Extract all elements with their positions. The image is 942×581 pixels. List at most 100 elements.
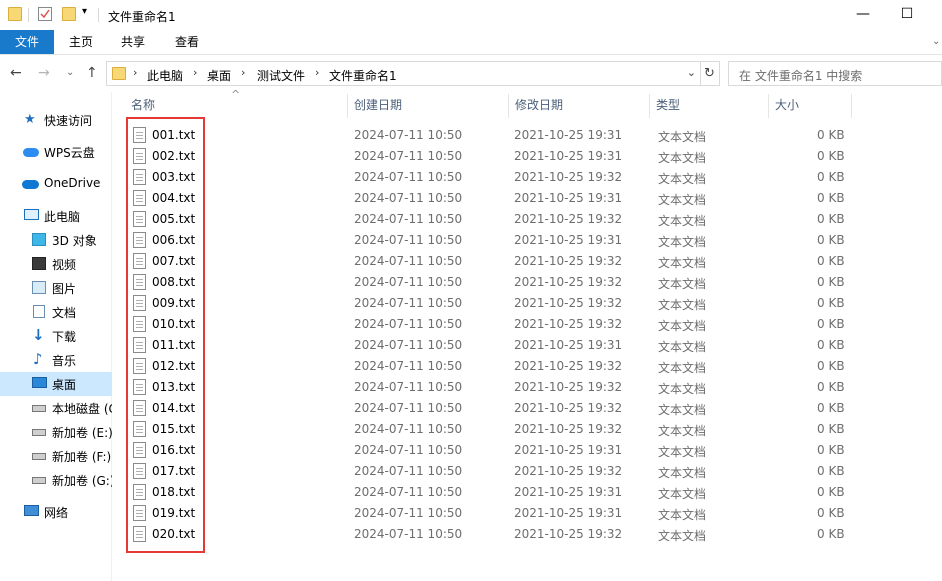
column-header-type[interactable]: 类型 — [650, 92, 768, 118]
refresh-icon[interactable]: ↻ — [700, 61, 720, 86]
table-row[interactable]: 014.txt 2024-07-11 10:50 2021-10-25 19:32 文… — [127, 398, 942, 419]
created-date: 2024-07-11 10:50 — [354, 128, 463, 142]
breadcrumb-desktop[interactable]: 桌面 — [207, 67, 231, 84]
sidebar-item-documents[interactable]: 文档 — [0, 300, 112, 324]
tab-view[interactable]: 查看 — [162, 30, 212, 54]
created-date: 2024-07-11 10:50 — [354, 149, 463, 163]
column-header-size[interactable]: 大小 — [769, 92, 851, 118]
sidebar-item-wps-cloud[interactable]: WPS云盘 — [0, 140, 112, 164]
sidebar-item-volume-e[interactable]: 新加卷 (E:) — [0, 420, 112, 444]
sidebar-item-3d-objects[interactable]: 3D 对象 — [0, 228, 112, 252]
forward-arrow-icon[interactable]: → — [38, 65, 50, 81]
column-header-created[interactable]: 创建日期 — [348, 92, 508, 118]
created-date: 2024-07-11 10:50 — [354, 443, 463, 457]
sidebar-item-this-pc[interactable]: 此电脑 — [0, 204, 112, 228]
table-row[interactable]: 017.txt 2024-07-11 10:50 2021-10-25 19:32 文… — [127, 461, 942, 482]
breadcrumb-test-files[interactable]: 测试文件 — [257, 67, 305, 84]
search-input[interactable]: 在 文件重命名1 中搜索 — [728, 61, 942, 86]
breadcrumb-separator[interactable]: › — [241, 66, 245, 79]
file-size: 0 KB — [817, 359, 845, 373]
created-date: 2024-07-11 10:50 — [354, 338, 463, 352]
created-date: 2024-07-11 10:50 — [354, 485, 463, 499]
address-bar[interactable]: › 此电脑 › 桌面 › 测试文件 › 文件重命名1 ⌄ — [106, 61, 701, 86]
tab-share[interactable]: 共享 — [108, 30, 158, 54]
table-row[interactable]: 015.txt 2024-07-11 10:50 2021-10-25 19:32 文… — [127, 419, 942, 440]
properties-icon[interactable] — [38, 7, 52, 21]
sidebar-item-downloads[interactable]: ↓ 下载 — [0, 324, 112, 348]
file-size: 0 KB — [817, 401, 845, 415]
breadcrumb-this-pc[interactable]: 此电脑 — [147, 67, 183, 84]
file-type: 文本文档 — [658, 466, 707, 480]
column-divider[interactable] — [851, 94, 852, 118]
sidebar-item-quick-access[interactable]: ★ 快速访问 — [0, 108, 112, 132]
file-type: 文本文档 — [658, 508, 707, 522]
created-date: 2024-07-11 10:50 — [354, 506, 463, 520]
new-folder-icon[interactable] — [62, 7, 76, 21]
table-row[interactable]: 018.txt 2024-07-11 10:50 2021-10-25 19:31 文… — [127, 482, 942, 503]
sidebar-item-label: 新加卷 (G:) — [52, 474, 112, 488]
table-row[interactable]: 013.txt 2024-07-11 10:50 2021-10-25 19:32 文… — [127, 377, 942, 398]
sidebar-item-volume-g[interactable]: 新加卷 (G:) — [0, 468, 112, 492]
breadcrumb-current-folder[interactable]: 文件重命名1 — [329, 67, 397, 84]
table-row[interactable]: 001.txt 2024-07-11 10:50 2021-10-25 19:31 文… — [127, 125, 942, 146]
created-date: 2024-07-11 10:50 — [354, 233, 463, 247]
file-type: 文本文档 — [658, 214, 707, 228]
file-type: 文本文档 — [658, 319, 707, 333]
file-size: 0 KB — [817, 317, 845, 331]
sidebar-item-network[interactable]: 网络 — [0, 500, 112, 524]
sidebar-item-onedrive[interactable]: OneDrive — [0, 172, 112, 196]
computer-icon — [24, 209, 39, 220]
quick-access-dropdown-icon[interactable]: ▾ — [82, 6, 87, 17]
file-type: 文本文档 — [658, 424, 707, 438]
3d-objects-icon — [32, 233, 46, 246]
breadcrumb-separator[interactable]: › — [133, 66, 137, 79]
file-type: 文本文档 — [658, 256, 707, 270]
table-row[interactable]: 009.txt 2024-07-11 10:50 2021-10-25 19:32 文… — [127, 293, 942, 314]
sort-ascending-icon: ^ — [231, 88, 241, 101]
modified-date: 2021-10-25 19:31 — [514, 191, 623, 205]
recent-locations-icon[interactable]: ⌄ — [66, 67, 74, 78]
music-icon: ♪ — [33, 350, 43, 368]
table-row[interactable]: 011.txt 2024-07-11 10:50 2021-10-25 19:31 文… — [127, 335, 942, 356]
table-row[interactable]: 020.txt 2024-07-11 10:50 2021-10-25 19:32 文… — [127, 524, 942, 545]
modified-date: 2021-10-25 19:31 — [514, 128, 623, 142]
table-row[interactable]: 003.txt 2024-07-11 10:50 2021-10-25 19:32 文… — [127, 167, 942, 188]
maximize-button[interactable]: ☐ — [884, 0, 930, 30]
created-date: 2024-07-11 10:50 — [354, 527, 463, 541]
drive-icon — [32, 405, 46, 412]
table-row[interactable]: 005.txt 2024-07-11 10:50 2021-10-25 19:32 文… — [127, 209, 942, 230]
sidebar-item-videos[interactable]: 视频 — [0, 252, 112, 276]
table-row[interactable]: 016.txt 2024-07-11 10:50 2021-10-25 19:31 文… — [127, 440, 942, 461]
address-dropdown-icon[interactable]: ⌄ — [687, 66, 696, 79]
title-bar: ▾ 文件重命名1 — ☐ — [0, 0, 942, 30]
minimize-button[interactable]: — — [840, 0, 886, 30]
file-size: 0 KB — [817, 170, 845, 184]
file-type: 文本文档 — [658, 403, 707, 417]
modified-date: 2021-10-25 19:32 — [514, 359, 623, 373]
table-row[interactable]: 006.txt 2024-07-11 10:50 2021-10-25 19:31 文… — [127, 230, 942, 251]
sidebar-item-music[interactable]: ♪ 音乐 — [0, 348, 112, 372]
sidebar-item-pictures[interactable]: 图片 — [0, 276, 112, 300]
table-row[interactable]: 008.txt 2024-07-11 10:50 2021-10-25 19:32 文… — [127, 272, 942, 293]
tab-home[interactable]: 主页 — [56, 30, 106, 54]
sidebar-item-volume-f[interactable]: 新加卷 (F:) — [0, 444, 112, 468]
expand-ribbon-icon[interactable]: ⌄ — [932, 36, 940, 47]
back-arrow-icon[interactable]: ← — [10, 65, 22, 81]
column-header-modified[interactable]: 修改日期 — [509, 92, 649, 118]
sidebar-item-desktop[interactable]: 桌面 — [0, 372, 112, 396]
table-row[interactable]: 019.txt 2024-07-11 10:50 2021-10-25 19:31 文… — [127, 503, 942, 524]
tab-file[interactable]: 文件 — [0, 30, 54, 54]
up-arrow-icon[interactable]: ↑ — [86, 65, 98, 81]
sidebar-item-local-disk-c[interactable]: 本地磁盘 (C:) — [0, 396, 112, 420]
breadcrumb-separator[interactable]: › — [193, 66, 197, 79]
table-row[interactable]: 010.txt 2024-07-11 10:50 2021-10-25 19:32 文… — [127, 314, 942, 335]
table-row[interactable]: 004.txt 2024-07-11 10:50 2021-10-25 19:31 文… — [127, 188, 942, 209]
modified-date: 2021-10-25 19:31 — [514, 233, 623, 247]
sidebar-item-label: 新加卷 (E:) — [52, 426, 112, 440]
breadcrumb-separator[interactable]: › — [315, 66, 319, 79]
table-row[interactable]: 012.txt 2024-07-11 10:50 2021-10-25 19:32 文… — [127, 356, 942, 377]
table-row[interactable]: 007.txt 2024-07-11 10:50 2021-10-25 19:32 文… — [127, 251, 942, 272]
table-row[interactable]: 002.txt 2024-07-11 10:50 2021-10-25 19:31 文… — [127, 146, 942, 167]
sidebar-item-label: 桌面 — [52, 378, 77, 392]
modified-date: 2021-10-25 19:32 — [514, 296, 623, 310]
